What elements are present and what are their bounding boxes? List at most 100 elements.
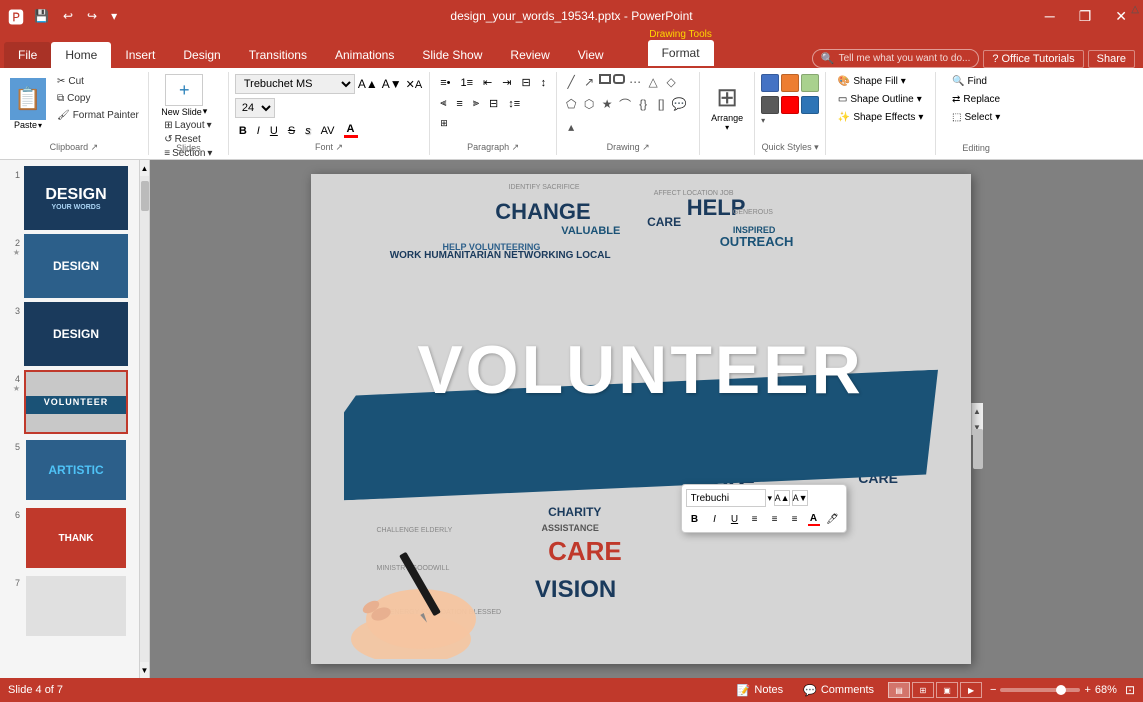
shape-effects-dropdown[interactable]: ▾ bbox=[918, 112, 923, 123]
line-spacing-button[interactable]: ↕≡ bbox=[504, 95, 524, 112]
clear-format-icon[interactable]: ✕A bbox=[405, 77, 424, 92]
tab-view[interactable]: View bbox=[564, 42, 618, 68]
copy-button[interactable]: ⧉ Copy bbox=[54, 91, 142, 106]
layout-button[interactable]: ⊞ Layout ▾ bbox=[161, 119, 215, 132]
slide-image-5[interactable]: ARTISTIC bbox=[24, 438, 128, 502]
direction-button[interactable]: ↕ bbox=[537, 74, 551, 91]
strikethrough-button[interactable]: S bbox=[284, 123, 299, 139]
justify-button[interactable]: ⊟ bbox=[485, 95, 502, 112]
reading-view-btn[interactable]: ▣ bbox=[936, 682, 958, 698]
slide-image-4[interactable]: VOLUNTEER bbox=[24, 370, 128, 434]
slide-thumb-4[interactable]: 4 ★ VOLUNTEER bbox=[4, 370, 135, 434]
normal-view-btn[interactable]: ▤ bbox=[888, 682, 910, 698]
quick-style-swatch-6[interactable] bbox=[801, 96, 819, 114]
slide-thumb-7[interactable]: 7 bbox=[4, 574, 135, 638]
quick-style-swatch-1[interactable] bbox=[761, 74, 779, 92]
shape-diamond[interactable]: ◇ bbox=[663, 74, 679, 90]
paste-button[interactable]: 📋 Paste ▾ bbox=[6, 74, 50, 134]
shape-scroll-up[interactable]: ▴ bbox=[563, 119, 579, 135]
arrange-dropdown-icon[interactable]: ▾ bbox=[725, 123, 729, 132]
replace-button[interactable]: ⇄ Replace bbox=[946, 92, 1006, 107]
tab-animations[interactable]: Animations bbox=[321, 42, 408, 68]
slide-image-1[interactable]: DESIGN YOUR WORDS bbox=[24, 166, 128, 230]
mini-align-center-button[interactable]: ≡ bbox=[766, 510, 784, 528]
scroll-thumb[interactable] bbox=[141, 181, 149, 211]
bold-button[interactable]: B bbox=[235, 123, 251, 139]
decrease-indent-button[interactable]: ⇤ bbox=[479, 74, 496, 91]
decrease-font-icon[interactable]: A▼ bbox=[381, 76, 403, 92]
shape-more[interactable]: ⋯ bbox=[627, 74, 643, 90]
shape-arc[interactable]: ⌒ bbox=[617, 96, 633, 112]
restore-btn[interactable]: ❐ bbox=[1071, 4, 1100, 29]
minimize-btn[interactable]: ─ bbox=[1037, 4, 1063, 28]
align-center-button[interactable]: ≡ bbox=[452, 95, 466, 112]
mini-font-color-button[interactable]: A bbox=[806, 512, 822, 527]
slide-thumb-2[interactable]: 2 ★ DESIGN bbox=[4, 234, 135, 298]
slide-thumb-5[interactable]: 5 ARTISTIC bbox=[4, 438, 135, 502]
right-scroll-thumb[interactable] bbox=[973, 429, 983, 469]
save-icon[interactable]: 💾 bbox=[30, 7, 53, 25]
slide-image-2[interactable]: DESIGN bbox=[24, 234, 128, 298]
shape-outline-dropdown[interactable]: ▾ bbox=[917, 94, 922, 105]
increase-font-icon[interactable]: A▲ bbox=[357, 76, 379, 92]
mini-decrease-font[interactable]: A▼ bbox=[792, 490, 808, 506]
drawing-expand-icon[interactable]: ↗ bbox=[642, 142, 650, 152]
mini-align-left-button[interactable]: ≡ bbox=[746, 510, 764, 528]
office-tutorials-btn[interactable]: ? Office Tutorials bbox=[983, 50, 1083, 68]
spacing-button[interactable]: AV bbox=[317, 123, 339, 139]
tab-format[interactable]: Format bbox=[648, 40, 714, 66]
mini-font-dropdown[interactable]: ▾ bbox=[768, 493, 773, 504]
shadow-button[interactable]: s bbox=[301, 123, 315, 139]
shape-arrow[interactable]: ↗ bbox=[581, 74, 597, 90]
shape-bracket[interactable]: {} bbox=[635, 96, 651, 112]
mini-underline-button[interactable]: U bbox=[726, 510, 744, 528]
slide-thumb-1[interactable]: 1 DESIGN YOUR WORDS bbox=[4, 166, 135, 230]
shape-rect[interactable] bbox=[599, 74, 611, 84]
quick-style-swatch-2[interactable] bbox=[781, 74, 799, 92]
zoom-slider[interactable] bbox=[1000, 688, 1080, 692]
notes-button[interactable]: 📝 Notes bbox=[731, 682, 789, 699]
tab-review[interactable]: Review bbox=[496, 42, 563, 68]
scroll-down-arrow[interactable]: ▼ bbox=[140, 662, 149, 678]
word-volunteer-main[interactable]: VOLUNTEER bbox=[417, 331, 863, 409]
increase-indent-button[interactable]: ⇥ bbox=[498, 74, 515, 91]
shape-round-rect[interactable] bbox=[613, 74, 625, 84]
convert-button[interactable]: ⊞ bbox=[436, 116, 452, 131]
paragraph-expand-icon[interactable]: ↗ bbox=[512, 142, 520, 152]
cut-button[interactable]: ✂ Cut bbox=[54, 74, 142, 89]
quick-styles-dropdown[interactable]: ▾ bbox=[761, 116, 765, 125]
font-name-select[interactable]: Trebuchet MS bbox=[235, 74, 355, 94]
shape-hexagon[interactable]: ⬡ bbox=[581, 96, 597, 112]
mini-increase-font[interactable]: A▲ bbox=[774, 490, 790, 506]
underline-button[interactable]: U bbox=[266, 123, 282, 139]
scroll-up-arrow[interactable]: ▲ bbox=[140, 160, 149, 176]
quick-style-swatch-4[interactable] bbox=[761, 96, 779, 114]
new-slide-dropdown-icon[interactable]: ▾ bbox=[203, 106, 208, 117]
shape-triangle[interactable]: △ bbox=[645, 74, 661, 90]
mini-toolbar[interactable]: ▾ A▲ A▼ B I U ≡ ≡ ≡ A 🖊 bbox=[681, 484, 847, 533]
font-color-button[interactable]: A bbox=[341, 122, 361, 139]
mini-italic-button[interactable]: I bbox=[706, 510, 724, 528]
quick-style-swatch-3[interactable] bbox=[801, 74, 819, 92]
shape-fill-button[interactable]: 🎨 Shape Fill ▾ bbox=[834, 74, 910, 89]
mini-font-select[interactable] bbox=[686, 489, 766, 507]
find-button[interactable]: 🔍 Find bbox=[946, 74, 993, 89]
mini-bold-button[interactable]: B bbox=[686, 510, 704, 528]
tab-transitions[interactable]: Transitions bbox=[235, 42, 321, 68]
quick-style-swatch-5[interactable] bbox=[781, 96, 799, 114]
clipboard-expand-icon[interactable]: ↗ bbox=[91, 142, 99, 152]
tab-design[interactable]: Design bbox=[169, 42, 234, 68]
select-button[interactable]: ⬚ Select ▾ bbox=[946, 110, 1006, 125]
tab-home[interactable]: Home bbox=[51, 42, 111, 68]
slide-image-6[interactable]: THANK bbox=[24, 506, 128, 570]
italic-button[interactable]: I bbox=[253, 123, 264, 139]
format-painter-button[interactable]: 🖌 Format Painter bbox=[54, 108, 142, 123]
customize-icon[interactable]: ▾ bbox=[107, 7, 121, 25]
font-size-select[interactable]: 24 bbox=[235, 98, 275, 118]
shape-line[interactable]: ╱ bbox=[563, 74, 579, 90]
slide-show-btn[interactable]: ▶ bbox=[960, 682, 982, 698]
slide-sorter-btn[interactable]: ⊞ bbox=[912, 682, 934, 698]
paste-dropdown-icon[interactable]: ▾ bbox=[38, 121, 42, 130]
shape-call[interactable]: 💬 bbox=[671, 96, 687, 112]
shape-fill-dropdown[interactable]: ▾ bbox=[901, 76, 906, 87]
